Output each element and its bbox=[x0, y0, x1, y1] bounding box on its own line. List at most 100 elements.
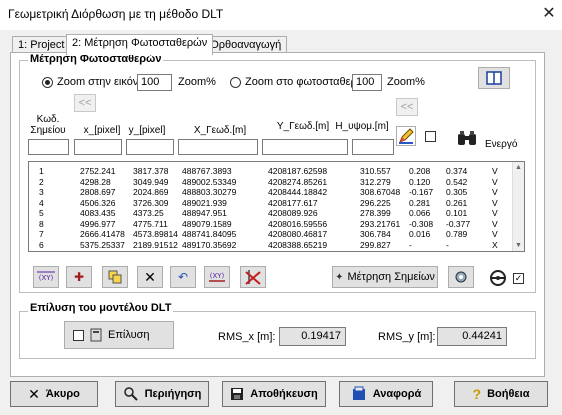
solve-button[interactable]: Επίλυση bbox=[64, 321, 174, 349]
table-cell: 4208080.46817 bbox=[268, 229, 328, 239]
delete-icon: ✕ bbox=[144, 269, 156, 285]
help-label: Βοήθεια bbox=[487, 388, 530, 400]
delete-point-button[interactable]: ✕ bbox=[137, 266, 163, 288]
scroll-down-icon[interactable]: ▼ bbox=[515, 242, 522, 249]
table-cell: 0.208 bbox=[409, 166, 431, 176]
cancel-button[interactable]: ✕ Άκυρο bbox=[10, 381, 98, 407]
col-header-h-elev: H_υψομ.[m] bbox=[335, 121, 389, 132]
rms-x-value: 0.19417 bbox=[279, 327, 346, 346]
table-cell: 4373.25 bbox=[133, 208, 164, 218]
copy-point-button[interactable] bbox=[102, 266, 128, 288]
xy-compute-button[interactable]: (XY) bbox=[204, 266, 230, 288]
steering-checkbox[interactable]: ✓ bbox=[513, 273, 524, 284]
filter-y-pixel[interactable] bbox=[126, 139, 174, 155]
table-cell: V bbox=[492, 229, 498, 239]
help-button[interactable]: ? Βοήθεια bbox=[454, 381, 548, 407]
table-row[interactable]: 5 4083.435 4373.25 488947.951 4208089.926 278… bbox=[29, 208, 524, 218]
table-row[interactable]: 1 2752.241 3817.378 488767.3893 4208187.6259… bbox=[29, 166, 524, 176]
table-cell: 4208016.59556 bbox=[268, 218, 328, 229]
table-cell: 306.784 bbox=[360, 229, 391, 239]
zoom-image-radio[interactable] bbox=[42, 77, 53, 88]
zoom-point-unit: Zoom% bbox=[387, 76, 425, 88]
zoom-point-input[interactable]: 100 bbox=[352, 74, 382, 91]
table-cell: 0.281 bbox=[409, 197, 431, 208]
settings-points-button[interactable] bbox=[448, 266, 474, 288]
zoom-image-input[interactable]: 100 bbox=[137, 74, 172, 91]
table-cell: 489170.35692 bbox=[182, 239, 237, 250]
add-point-button[interactable]: ✚ bbox=[66, 266, 92, 288]
table-cell: 0.066 bbox=[409, 208, 431, 218]
close-icon[interactable]: ✕ bbox=[540, 4, 558, 24]
solve-checkbox[interactable] bbox=[73, 329, 84, 341]
dlt-group-title: Επίλυση του μοντέλου DLT bbox=[28, 302, 174, 314]
filter-x-pixel[interactable] bbox=[74, 139, 122, 155]
table-cell: 4083.435 bbox=[80, 208, 116, 218]
col-header-y-pixel: y_[pixel] bbox=[128, 125, 166, 136]
filter-h-elev[interactable] bbox=[352, 139, 394, 155]
table-cell: 6 bbox=[39, 239, 44, 250]
zoom-point-radio[interactable] bbox=[230, 77, 241, 88]
filter-code[interactable] bbox=[28, 139, 69, 155]
prev-right-button[interactable]: << bbox=[396, 98, 418, 116]
col-header-code: Κωδ. Σημείου bbox=[30, 114, 66, 136]
edit-checkbox[interactable] bbox=[425, 131, 436, 142]
scroll-up-icon[interactable]: ▲ bbox=[515, 164, 522, 171]
search-button[interactable] bbox=[456, 128, 478, 148]
table-cell: -0.308 bbox=[409, 218, 434, 229]
points-table[interactable]: 1 2752.241 3817.378 488767.3893 4208187.6259… bbox=[28, 161, 525, 252]
table-row[interactable]: 7 2666.41478 4573.89814 488741.84095 4208080… bbox=[29, 229, 524, 239]
window-title: Γεωμετρική Διόρθωση με τη μέθοδο DLT bbox=[8, 7, 224, 21]
table-cell: -0.377 bbox=[446, 218, 471, 229]
table-cell: 4208444.18842 bbox=[268, 187, 328, 197]
table-cell: 3726.309 bbox=[133, 197, 169, 208]
table-cell: V bbox=[492, 187, 498, 197]
table-scrollbar[interactable]: ▲ ▼ bbox=[512, 162, 524, 251]
col-header-x-pixel: x_[pixel] bbox=[83, 125, 121, 136]
measure-points-button[interactable]: ✦ Μέτρηση Σημείων bbox=[332, 266, 438, 288]
split-view-button[interactable] bbox=[478, 67, 510, 89]
help-icon: ? bbox=[472, 386, 482, 402]
table-cell: - bbox=[409, 239, 412, 250]
edit-button[interactable] bbox=[396, 126, 416, 146]
table-cell: 3817.378 bbox=[133, 166, 169, 176]
tab-measure-control-points[interactable]: 2: Μέτρηση Φωτοσταθερών bbox=[66, 34, 214, 55]
report-button[interactable]: Αναφορά bbox=[339, 381, 433, 407]
table-cell: 488947.951 bbox=[182, 208, 227, 218]
table-row[interactable]: 8 4996.977 4775.711 489079.1589 4208016.5955… bbox=[29, 219, 524, 229]
rms-y-label: RMS_y [m]: bbox=[378, 331, 436, 343]
steering-button[interactable] bbox=[488, 269, 508, 287]
zoom-image-label: Zoom στην εικόνα bbox=[57, 76, 145, 88]
filter-x-geod[interactable] bbox=[178, 139, 258, 155]
clear-all-icon bbox=[245, 270, 261, 285]
table-cell: 4775.711 bbox=[133, 218, 168, 229]
zoom-point-label: Zoom στο φωτοσταθερό bbox=[245, 76, 363, 88]
svg-text:(XY): (XY) bbox=[210, 272, 225, 280]
floppy-disk-icon bbox=[231, 388, 244, 400]
table-cell: 0.789 bbox=[446, 229, 468, 239]
table-cell: 0.305 bbox=[446, 187, 468, 197]
split-view-icon bbox=[486, 71, 502, 85]
save-button[interactable]: Αποθήκευση bbox=[222, 381, 326, 407]
undo-button[interactable]: ↶ bbox=[170, 266, 196, 288]
col-header-y-geod: Y_Γεωδ.[m] bbox=[276, 121, 330, 132]
table-cell: 5375.25337 bbox=[80, 239, 125, 250]
table-cell: 4208274.85261 bbox=[268, 176, 328, 187]
clear-all-button[interactable] bbox=[240, 266, 266, 288]
table-cell: 0.120 bbox=[409, 176, 431, 187]
filter-y-geod[interactable] bbox=[262, 139, 348, 155]
report-icon bbox=[352, 386, 365, 400]
prev-left-button[interactable]: << bbox=[74, 94, 96, 112]
measure-points-label: Μέτρηση Σημείων bbox=[347, 271, 435, 283]
table-cell: V bbox=[492, 197, 498, 208]
table-cell: -0.167 bbox=[409, 187, 434, 197]
cancel-label: Άκυρο bbox=[45, 388, 80, 400]
title-bar: Γεωμετρική Διόρθωση με τη μέθοδο DLT ✕ bbox=[0, 0, 562, 30]
table-row[interactable]: 3 2808.697 2024.869 488803.30279 4208444.188… bbox=[29, 187, 524, 197]
table-row[interactable]: 2 4298.28 3049.949 489002.53349 4208274.8526… bbox=[29, 177, 524, 187]
table-row[interactable]: 4 4506.326 3726.309 489021.939 4208177.617 29… bbox=[29, 198, 524, 208]
table-cell: 4208089.926 bbox=[268, 208, 318, 218]
sparkle-icon: ✦ bbox=[335, 271, 344, 283]
xy-import-button[interactable]: (XY) bbox=[33, 266, 59, 288]
table-row[interactable]: 6 5375.25337 2189.91512 489170.35692 4208388… bbox=[29, 240, 524, 250]
navigate-button[interactable]: Περιήγηση bbox=[115, 381, 209, 407]
